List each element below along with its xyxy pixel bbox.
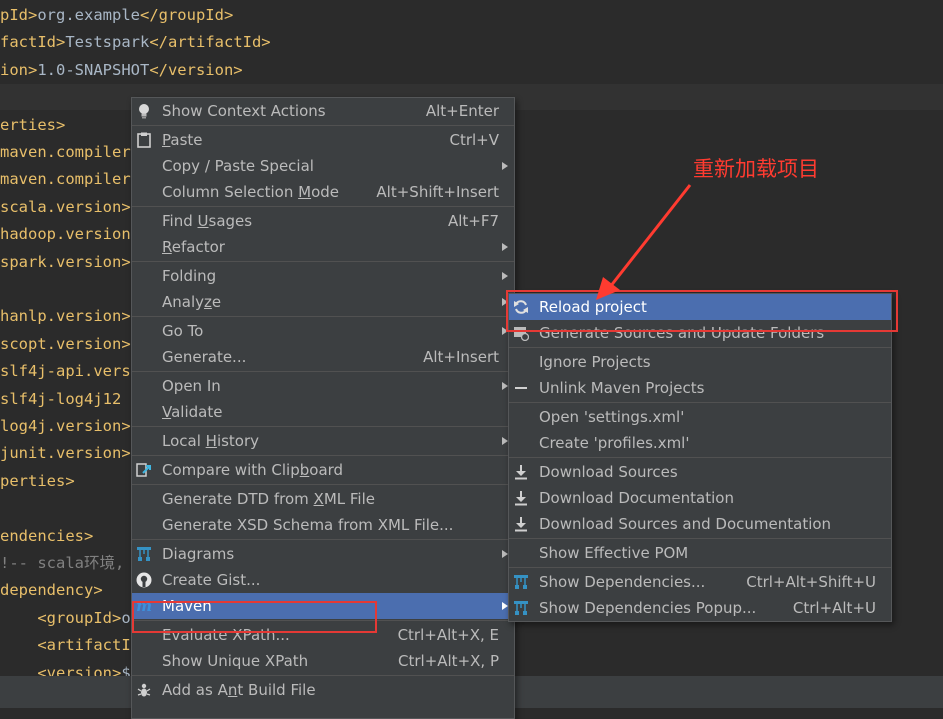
annotation-arrow bbox=[596, 184, 692, 300]
